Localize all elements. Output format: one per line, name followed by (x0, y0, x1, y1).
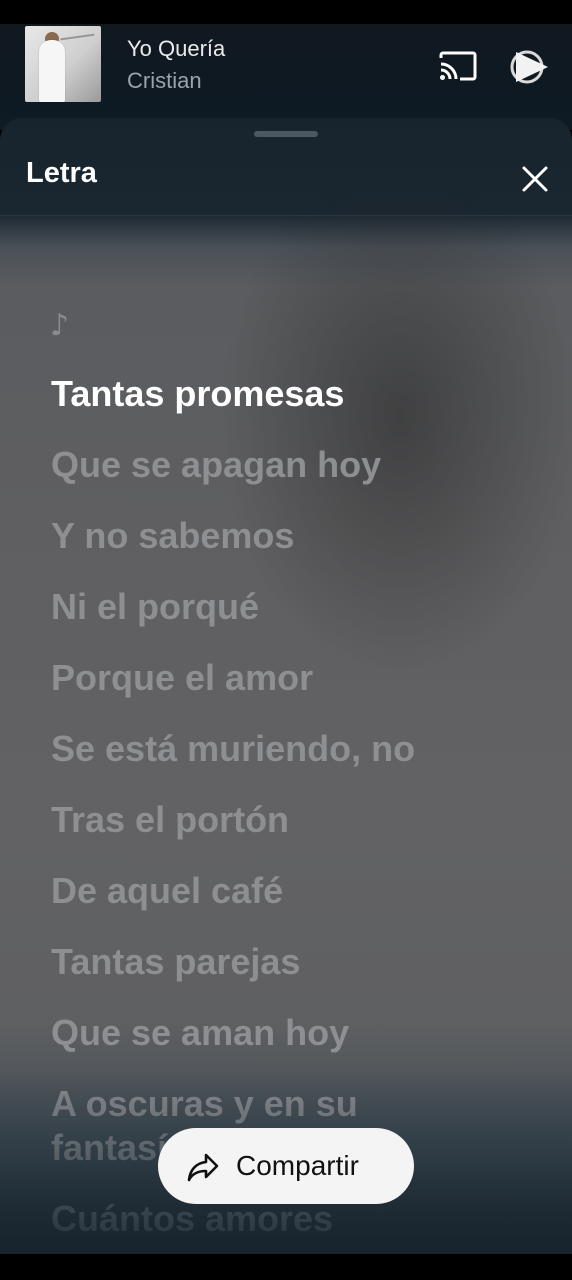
share-arrow-icon (187, 1153, 219, 1182)
lyric-line[interactable]: Se está muriendo, no (51, 728, 415, 770)
lyric-line[interactable]: Cuántos amores (51, 1198, 333, 1240)
lyrics-sheet: Letra ♪ Tantas promesas Que se apagan ho… (0, 118, 572, 1254)
share-button[interactable]: Compartir (158, 1128, 414, 1204)
track-artist: Cristian (127, 68, 202, 93)
play-pause-icon (510, 50, 548, 84)
lyric-line[interactable]: A oscuras y en su (51, 1083, 358, 1125)
play-pause-button[interactable] (508, 46, 550, 88)
album-art-script (60, 33, 96, 51)
lyric-line[interactable]: Tantas parejas (51, 941, 300, 983)
track-title: Yo Quería (127, 36, 226, 61)
lyric-line[interactable]: Que se aman hoy (51, 1012, 349, 1054)
navigation-bar (0, 1254, 572, 1280)
lyric-line[interactable]: Tras el portón (51, 799, 289, 841)
lyric-line[interactable]: De aquel café (51, 870, 283, 912)
drag-handle[interactable] (254, 131, 318, 137)
cast-icon (439, 51, 477, 81)
lyric-line[interactable]: Que se apagan hoy (51, 444, 381, 486)
close-button[interactable] (518, 162, 552, 196)
lyric-line[interactable]: Porque el amor (51, 657, 313, 699)
sheet-title: Letra (26, 157, 97, 189)
sheet-divider (0, 215, 572, 216)
lyric-line[interactable]: Ni el porqué (51, 586, 259, 628)
close-icon (522, 166, 548, 192)
lyric-line[interactable]: Tantas promesas (51, 373, 344, 415)
album-art[interactable] (25, 26, 101, 102)
mini-player[interactable]: Yo Quería Cristian (0, 24, 572, 130)
share-label: Compartir (236, 1150, 359, 1181)
cast-button[interactable] (438, 50, 478, 82)
lyric-line[interactable]: Y no sabemos (51, 515, 294, 557)
music-note-icon: ♪ (50, 308, 70, 343)
status-bar (0, 0, 572, 24)
